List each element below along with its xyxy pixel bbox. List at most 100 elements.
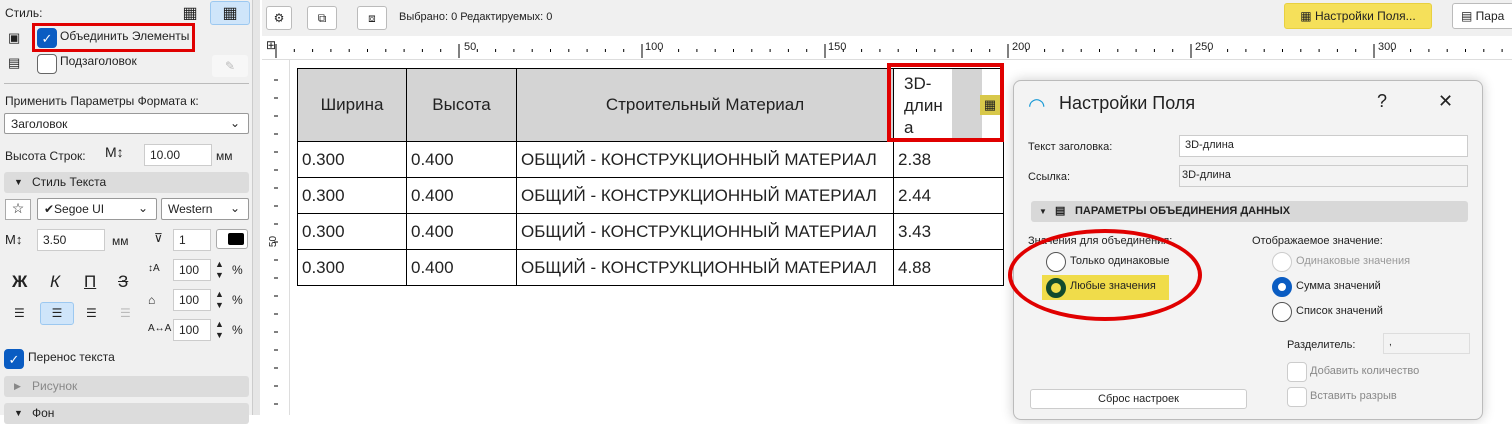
toolbar: ⚙ ⧉ ⧈ Выбрано: 0 Редактируемых: 0 ▦ Наст…: [262, 0, 1512, 36]
table-row: 0.300 0.400 ОБЩИЙ - КОНСТРУКЦИОННЫЙ МАТЕРИ…: [297, 249, 1004, 286]
width-factor-input[interactable]: 100: [173, 289, 211, 311]
script-select[interactable]: Western ⌄: [161, 198, 249, 220]
list-values-label: Список значений: [1296, 305, 1383, 317]
params-button[interactable]: ▤ Пара: [1452, 3, 1512, 29]
cell[interactable]: 2.44: [893, 177, 1004, 214]
subheader-checkbox[interactable]: [37, 54, 57, 74]
header-height[interactable]: Высота: [406, 68, 517, 142]
cell[interactable]: 0.400: [406, 177, 517, 214]
settings-gear-icon[interactable]: ⚙: [266, 6, 292, 30]
spinner[interactable]: ▲ ▼: [215, 259, 224, 281]
line-spacing-input[interactable]: 100: [173, 259, 211, 281]
spinner[interactable]: ▲ ▼: [215, 289, 224, 311]
select-element-icon[interactable]: ⧉: [307, 6, 337, 30]
cell[interactable]: 0.400: [406, 249, 517, 286]
cell[interactable]: 0.300: [297, 141, 407, 178]
text-size-unit: мм: [112, 234, 129, 248]
background-section-label: Фон: [32, 406, 55, 420]
percent: %: [232, 293, 243, 307]
underline-button[interactable]: П: [84, 272, 96, 292]
header-width[interactable]: Ширина: [297, 68, 407, 142]
pen-input[interactable]: 1: [173, 229, 211, 251]
text-style-section[interactable]: ▼ Стиль Текста: [4, 172, 249, 193]
table-style-grid-selected-icon[interactable]: ▦: [210, 1, 250, 25]
text-size-input[interactable]: 3.50: [37, 229, 105, 251]
params-icon: ▤: [1461, 9, 1476, 23]
cell[interactable]: 0.300: [297, 177, 407, 214]
sum-values-radio[interactable]: [1272, 277, 1292, 297]
align-right-icon[interactable]: ☰: [86, 306, 97, 320]
cell[interactable]: 2.38: [893, 141, 1004, 178]
cell[interactable]: ОБЩИЙ - КОНСТРУКЦИОННЫЙ МАТЕРИАЛ: [516, 213, 894, 250]
triangle-down-icon: ▼: [14, 177, 23, 187]
merge-elements-checkbox[interactable]: ✓: [37, 28, 57, 48]
section-label: ПАРАМЕТРЫ ОБЪЕДИНЕНИЯ ДАННЫХ: [1075, 205, 1291, 217]
cell[interactable]: ОБЩИЙ - КОНСТРУКЦИОННЫЙ МАТЕРИАЛ: [516, 177, 894, 214]
close-button[interactable]: ✕: [1438, 91, 1453, 112]
favorites-star-icon[interactable]: ☆: [5, 199, 31, 220]
cell[interactable]: 4.88: [893, 249, 1004, 286]
cell[interactable]: 0.300: [297, 249, 407, 286]
section-icon: ▤: [1055, 205, 1066, 217]
ruler-label: 150: [828, 41, 847, 53]
font-select[interactable]: ✔Segoe UI ⌄: [37, 198, 157, 220]
left-panel-scrollbar[interactable]: [252, 0, 260, 415]
link-label: Ссылка:: [1028, 171, 1070, 183]
annotation-box: [887, 63, 1004, 142]
italic-button[interactable]: К: [50, 272, 60, 292]
separator-input: ,: [1383, 333, 1470, 354]
cell[interactable]: ОБЩИЙ - КОНСТРУКЦИОННЫЙ МАТЕРИАЛ: [516, 249, 894, 286]
background-section[interactable]: ▼ Фон: [4, 403, 249, 424]
align-center-icon[interactable]: ☰: [40, 302, 74, 325]
merge-params-section[interactable]: ▼ ▤ ПАРАМЕТРЫ ОБЪЕДИНЕНИЯ ДАННЫХ: [1031, 201, 1468, 222]
apply-format-value: Заголовок: [11, 117, 68, 131]
vertical-ruler: 50: [262, 60, 290, 415]
subheader-icon: ▤: [8, 55, 21, 70]
bold-button[interactable]: Ж: [12, 272, 27, 292]
header-text-input[interactable]: 3D-длина: [1179, 135, 1468, 157]
same-values-label: Одинаковые значения: [1296, 255, 1411, 267]
help-button[interactable]: ?: [1377, 91, 1387, 112]
apply-format-select[interactable]: Заголовок ⌄: [4, 113, 249, 134]
ruler-label: 250: [1195, 41, 1214, 53]
row-height-label: Высота Строк:: [5, 149, 86, 163]
merge-elements-label: Объединить Элементы: [60, 29, 190, 43]
add-count-checkbox: [1287, 362, 1307, 382]
triangle-down-icon: ▼: [14, 408, 23, 418]
picture-section[interactable]: ▶ Рисунок: [4, 376, 249, 397]
annotation-ellipse: [1008, 229, 1202, 321]
edit-pencil-icon[interactable]: ✎: [212, 55, 248, 77]
field-settings-button[interactable]: ▦ Настройки Поля...: [1284, 3, 1432, 29]
char-spacing-input[interactable]: 100: [173, 319, 211, 341]
cell[interactable]: 0.400: [406, 213, 517, 250]
cell[interactable]: 0.300: [297, 213, 407, 250]
list-values-radio[interactable]: [1272, 302, 1292, 322]
row-height-input[interactable]: 10.00: [144, 144, 212, 166]
char-spacing-icon: A↔A: [148, 323, 172, 334]
horizontal-ruler: ⊞ 50 100 150 200 250 300: [262, 38, 1512, 60]
params-label: Пара: [1475, 9, 1505, 23]
cell[interactable]: 0.400: [406, 141, 517, 178]
reset-settings-button[interactable]: Сброс настроек: [1030, 389, 1247, 409]
align-left-icon[interactable]: ☰: [14, 306, 25, 320]
cell[interactable]: 3.43: [893, 213, 1004, 250]
insert-break-label: Вставить разрыв: [1310, 390, 1397, 402]
wrap-text-checkbox[interactable]: ✓: [4, 349, 24, 369]
dialog-title: Настройки Поля: [1059, 93, 1196, 113]
link-input: 3D-длина: [1179, 165, 1468, 187]
header-material[interactable]: Строительный Материал: [516, 68, 894, 142]
strikethrough-button[interactable]: З: [118, 272, 128, 292]
row-height-unit: мм: [216, 149, 233, 163]
chevron-down-icon: ⌄: [137, 201, 148, 215]
cell[interactable]: ОБЩИЙ - КОНСТРУКЦИОННЫЙ МАТЕРИАЛ: [516, 141, 894, 178]
script-value: Western: [168, 202, 213, 216]
align-justify-icon[interactable]: ☰: [120, 306, 131, 320]
color-swatch[interactable]: [216, 229, 248, 249]
spinner[interactable]: ▲ ▼: [215, 319, 224, 341]
select-related-icon[interactable]: ⧈: [357, 6, 387, 30]
table-row: 0.300 0.400 ОБЩИЙ - КОНСТРУКЦИОННЫЙ МАТЕРИ…: [297, 213, 1004, 250]
sum-values-label: Сумма значений: [1296, 280, 1381, 292]
ruler-label: 100: [645, 41, 664, 53]
apply-format-label: Применить Параметры Формата к:: [5, 94, 199, 108]
row-height-icon: M↕: [105, 144, 124, 160]
